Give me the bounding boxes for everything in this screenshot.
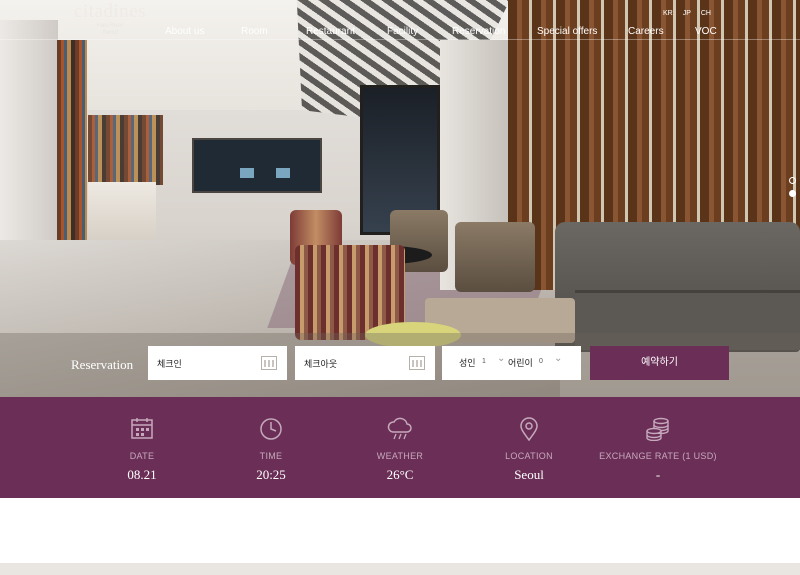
checkout-placeholder: 체크아웃 xyxy=(304,359,338,369)
exchange-rate-label: EXCHANGE RATE (1 USD) xyxy=(599,451,717,461)
lang-jp[interactable]: JP xyxy=(683,10,691,17)
nav-restaurant[interactable]: Restaurant xyxy=(306,26,355,37)
nav-reservation[interactable]: Reservation xyxy=(452,26,505,37)
nav-about-us[interactable]: About us xyxy=(165,26,204,37)
calendar-icon[interactable] xyxy=(261,356,277,370)
exchange-rate-value: - xyxy=(655,467,661,482)
reservation-label: Reservation xyxy=(71,357,134,372)
date-value: 08.21 xyxy=(127,467,157,482)
slider-pagination xyxy=(789,177,796,203)
hero-armchair xyxy=(455,222,535,292)
info-time: TIME 20:25 xyxy=(201,417,341,483)
children-label: 어린이 xyxy=(508,358,533,368)
map-pin-icon xyxy=(459,417,599,443)
nav-facility[interactable]: Facility xyxy=(387,26,418,37)
nav-room[interactable]: Room xyxy=(241,26,268,37)
slider-dot-1[interactable] xyxy=(789,177,796,184)
adults-value[interactable]: 1 xyxy=(482,358,486,365)
nav-special-offers[interactable]: Special offers xyxy=(537,26,597,37)
checkin-field[interactable]: 체크인 xyxy=(148,346,287,380)
info-location: LOCATION Seoul xyxy=(459,417,599,483)
hero-screen xyxy=(276,168,290,178)
nav-careers[interactable]: Careers xyxy=(628,26,664,37)
date-label: DATE xyxy=(129,451,155,461)
page: citadines Han River Seoul KR JP CH About… xyxy=(0,0,800,575)
weather-value: 26°C xyxy=(386,467,414,482)
checkout-field[interactable]: 체크아웃 xyxy=(295,346,435,380)
rain-cloud-icon xyxy=(330,417,470,443)
lang-kr[interactable]: KR xyxy=(663,10,673,17)
info-exchange-rate: EXCHANGE RATE (1 USD) - xyxy=(588,417,728,483)
slider-dot-2[interactable] xyxy=(789,190,796,197)
coins-icon xyxy=(588,417,728,443)
time-label: TIME xyxy=(259,451,283,461)
lang-ch[interactable]: CH xyxy=(701,10,711,17)
calendar-icon xyxy=(72,417,212,443)
chevron-down-icon[interactable]: ⌄ xyxy=(497,353,505,364)
adults-label: 성인 xyxy=(459,358,476,368)
book-button[interactable]: 예약하기 xyxy=(590,346,729,380)
weather-label: WEATHER xyxy=(376,451,424,461)
logo-name: citadines xyxy=(73,1,147,22)
nav-voc[interactable]: VOC xyxy=(695,26,717,37)
guests-field[interactable]: 성인 1 ⌄ 어린이 0 ⌄ xyxy=(442,346,581,380)
hero-mosaic-wall-back xyxy=(88,115,163,185)
children-value[interactable]: 0 xyxy=(539,358,543,365)
hero-back-window xyxy=(192,138,322,193)
checkin-placeholder: 체크인 xyxy=(157,359,182,369)
language-switcher: KR JP CH xyxy=(663,10,719,17)
hero-screen xyxy=(240,168,254,178)
calendar-icon[interactable] xyxy=(409,356,425,370)
main-nav: About us Room Restaurant Facility Reserv… xyxy=(0,26,800,38)
info-date: DATE 08.21 xyxy=(72,417,212,483)
time-value: 20:25 xyxy=(256,467,286,482)
info-band: DATE 08.21 TIME 20:25 WEATHER 26°C LOCAT… xyxy=(0,397,800,498)
site-header: citadines Han River Seoul KR JP CH About… xyxy=(0,0,800,40)
chevron-down-icon[interactable]: ⌄ xyxy=(554,353,562,364)
location-label: LOCATION xyxy=(505,451,553,461)
location-value: Seoul xyxy=(514,467,544,482)
info-weather: WEATHER 26°C xyxy=(330,417,470,483)
clock-icon xyxy=(201,417,341,443)
footer-strip xyxy=(0,563,800,575)
